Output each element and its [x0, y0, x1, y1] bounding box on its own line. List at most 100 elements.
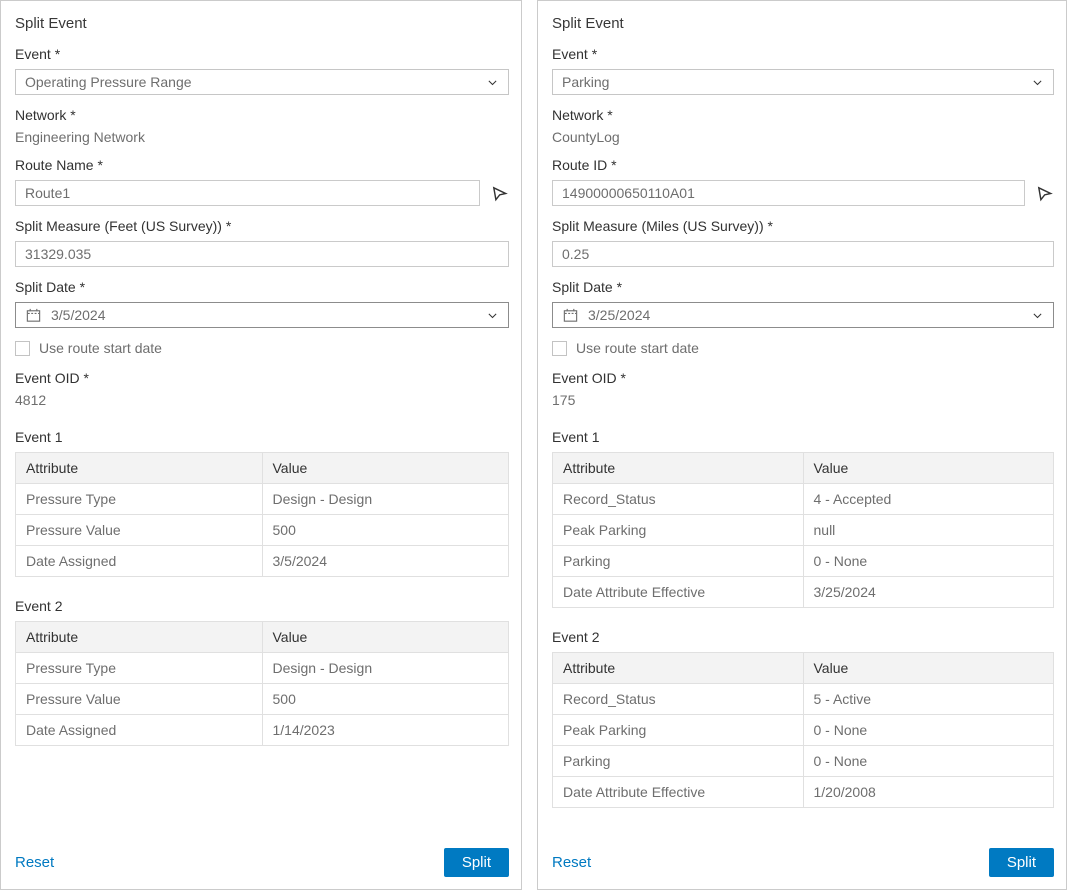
event-oid-label: Event OID * — [552, 370, 1054, 386]
event-select[interactable]: Operating Pressure Range — [15, 69, 509, 95]
use-route-start-date-label: Use route start date — [576, 340, 699, 356]
table-header-row: Attribute Value — [16, 453, 509, 484]
value-cell: 3/5/2024 — [262, 546, 509, 577]
table-row: Peak Parking null — [553, 515, 1054, 546]
table-row: Pressure Value 500 — [16, 515, 509, 546]
value-cell: Design - Design — [262, 653, 509, 684]
network-label: Network * — [15, 107, 509, 123]
panel-footer: Reset Split — [552, 838, 1054, 879]
value-cell: 500 — [262, 684, 509, 715]
event1-title: Event 1 — [15, 429, 509, 445]
attribute-cell: Pressure Type — [16, 484, 263, 515]
table-header-row: Attribute Value — [16, 622, 509, 653]
split-measure-input[interactable] — [15, 241, 509, 267]
attribute-cell: Record_Status — [553, 684, 804, 715]
column-header-attribute: Attribute — [16, 453, 263, 484]
route-picker-button[interactable] — [1034, 183, 1054, 203]
value-cell: null — [803, 515, 1054, 546]
split-button[interactable]: Split — [989, 848, 1054, 877]
event1-title: Event 1 — [552, 429, 1054, 445]
table-row: Pressure Type Design - Design — [16, 653, 509, 684]
route-input[interactable] — [15, 180, 480, 206]
attribute-cell: Date Assigned — [16, 546, 263, 577]
column-header-value: Value — [262, 622, 509, 653]
event-select[interactable]: Parking — [552, 69, 1054, 95]
panel-footer: Reset Split — [15, 838, 509, 879]
column-header-attribute: Attribute — [553, 653, 804, 684]
split-date-label: Split Date * — [552, 279, 1054, 295]
network-value: Engineering Network — [15, 129, 509, 145]
reset-button[interactable]: Reset — [15, 854, 54, 871]
event1-table: Attribute Value Pressure Type Design - D… — [15, 452, 509, 577]
route-picker-button[interactable] — [489, 183, 509, 203]
value-cell: 0 - None — [803, 715, 1054, 746]
reset-button[interactable]: Reset — [552, 854, 591, 871]
column-header-value: Value — [262, 453, 509, 484]
table-row: Parking 0 - None — [553, 746, 1054, 777]
table-row: Date Attribute Effective 1/20/2008 — [553, 777, 1054, 808]
route-label: Route ID * — [552, 157, 1054, 173]
chevron-down-icon — [1031, 309, 1044, 322]
split-event-panel-right: Split Event Event * Parking Network * Co… — [537, 0, 1067, 890]
attribute-cell: Date Attribute Effective — [553, 777, 804, 808]
event-select-value: Parking — [562, 74, 609, 90]
split-date-label: Split Date * — [15, 279, 509, 295]
use-route-start-date-label: Use route start date — [39, 340, 162, 356]
split-measure-label: Split Measure (Miles (US Survey)) * — [552, 218, 1054, 234]
calendar-icon — [562, 307, 579, 324]
value-cell: 1/20/2008 — [803, 777, 1054, 808]
event-label: Event * — [552, 46, 1054, 62]
page-title: Split Event — [15, 15, 509, 32]
table-row: Record_Status 4 - Accepted — [553, 484, 1054, 515]
attribute-cell: Date Assigned — [16, 715, 263, 746]
split-button[interactable]: Split — [444, 848, 509, 877]
attribute-cell: Parking — [553, 746, 804, 777]
value-cell: 5 - Active — [803, 684, 1054, 715]
table-row: Date Attribute Effective 3/25/2024 — [553, 577, 1054, 608]
attribute-cell: Peak Parking — [553, 715, 804, 746]
table-header-row: Attribute Value — [553, 453, 1054, 484]
event-oid-value: 175 — [552, 392, 1054, 408]
route-input[interactable] — [552, 180, 1025, 206]
split-date-picker[interactable]: 3/25/2024 — [552, 302, 1054, 328]
event-oid-value: 4812 — [15, 392, 509, 408]
route-label: Route Name * — [15, 157, 509, 173]
table-row: Pressure Type Design - Design — [16, 484, 509, 515]
attribute-cell: Record_Status — [553, 484, 804, 515]
split-date-value: 3/5/2024 — [51, 307, 106, 323]
split-measure-input[interactable] — [552, 241, 1054, 267]
event2-table: Attribute Value Record_Status 5 - Active… — [552, 652, 1054, 808]
map-pointer-icon — [490, 184, 509, 203]
value-cell: 0 - None — [803, 546, 1054, 577]
table-row: Date Assigned 1/14/2023 — [16, 715, 509, 746]
event2-title: Event 2 — [15, 598, 509, 614]
map-pointer-icon — [1035, 184, 1054, 203]
split-measure-label: Split Measure (Feet (US Survey)) * — [15, 218, 509, 234]
column-header-value: Value — [803, 453, 1054, 484]
attribute-cell: Pressure Value — [16, 684, 263, 715]
use-route-start-date-checkbox[interactable] — [552, 341, 567, 356]
value-cell: 3/25/2024 — [803, 577, 1054, 608]
use-route-start-date-checkbox[interactable] — [15, 341, 30, 356]
event-select-value: Operating Pressure Range — [25, 74, 192, 90]
attribute-cell: Date Attribute Effective — [553, 577, 804, 608]
table-row: Peak Parking 0 - None — [553, 715, 1054, 746]
table-row: Pressure Value 500 — [16, 684, 509, 715]
event1-table: Attribute Value Record_Status 4 - Accept… — [552, 452, 1054, 608]
column-header-attribute: Attribute — [16, 622, 263, 653]
split-event-panel-left: Split Event Event * Operating Pressure R… — [0, 0, 522, 890]
event2-table: Attribute Value Pressure Type Design - D… — [15, 621, 509, 746]
column-header-value: Value — [803, 653, 1054, 684]
chevron-down-icon — [486, 76, 499, 89]
table-row: Parking 0 - None — [553, 546, 1054, 577]
network-label: Network * — [552, 107, 1054, 123]
calendar-icon — [25, 307, 42, 324]
value-cell: 0 - None — [803, 746, 1054, 777]
split-date-picker[interactable]: 3/5/2024 — [15, 302, 509, 328]
table-header-row: Attribute Value — [553, 653, 1054, 684]
chevron-down-icon — [486, 309, 499, 322]
split-date-value: 3/25/2024 — [588, 307, 650, 323]
column-header-attribute: Attribute — [553, 453, 804, 484]
attribute-cell: Parking — [553, 546, 804, 577]
table-row: Date Assigned 3/5/2024 — [16, 546, 509, 577]
